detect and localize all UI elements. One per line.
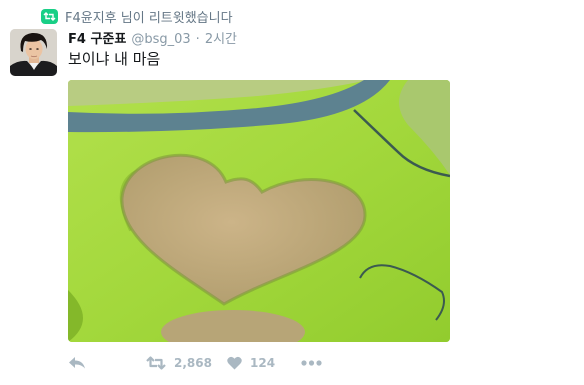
- photo-heart-field: [68, 80, 450, 342]
- retweet-context: F4윤지후 님이 리트윗했습니다: [41, 7, 233, 26]
- retweet-icon: [146, 356, 166, 370]
- tweet-timestamp[interactable]: 2시간: [205, 28, 237, 47]
- more-button[interactable]: [301, 360, 322, 366]
- reply-icon: [69, 357, 85, 369]
- header-separator: ·: [195, 32, 200, 47]
- reply-button[interactable]: [68, 356, 146, 370]
- retweet-button[interactable]: 2,868: [146, 356, 227, 370]
- like-button[interactable]: 124: [227, 356, 301, 370]
- retweet-count: 2,868: [174, 356, 212, 370]
- tweet-photo[interactable]: [68, 80, 450, 342]
- retweet-icon: [41, 8, 58, 24]
- heart-icon: [227, 356, 242, 370]
- more-dots-icon: [301, 360, 322, 366]
- tweet-text: 보이냐 내 마음: [68, 50, 161, 68]
- tweet-actions: 2,868 124: [68, 352, 322, 374]
- user-handle[interactable]: @bsg_03: [131, 32, 190, 47]
- avatar[interactable]: [10, 29, 57, 76]
- display-name[interactable]: F4 구준표: [68, 28, 126, 47]
- retweet-context-text[interactable]: F4윤지후 님이 리트윗했습니다: [65, 7, 233, 26]
- like-count: 124: [250, 356, 276, 370]
- tweet-header: F4 구준표 @bsg_03 · 2시간: [68, 28, 237, 47]
